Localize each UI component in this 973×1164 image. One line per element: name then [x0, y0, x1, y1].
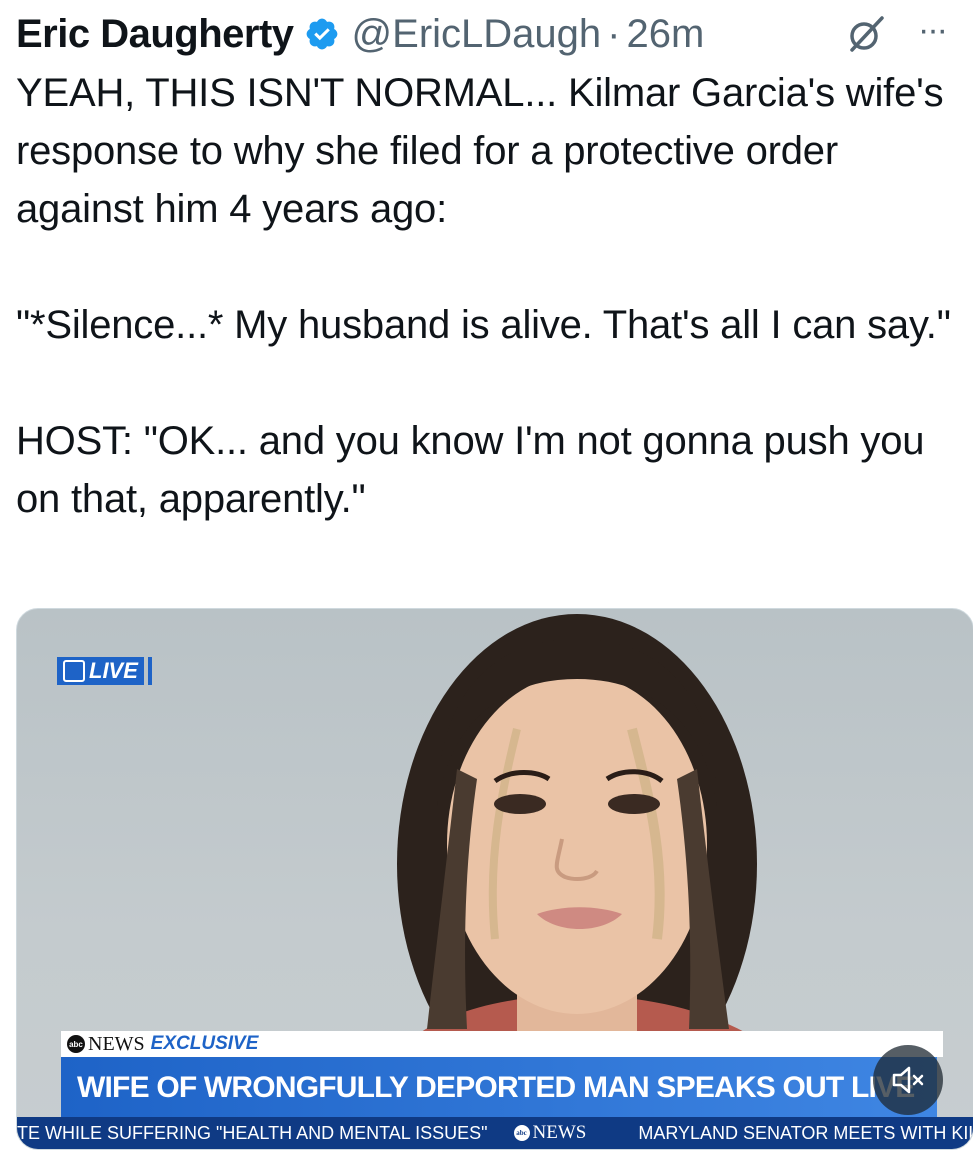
timestamp[interactable]: 26m — [626, 12, 704, 57]
video-headline: WIFE OF WRONGFULLY DEPORTED MAN SPEAKS O… — [61, 1057, 937, 1119]
author-handle[interactable]: @EricLDaugh — [352, 12, 602, 57]
ticker-abc-logo: abc — [513, 1125, 530, 1141]
exclusive-news: NEWS — [88, 1032, 145, 1055]
live-bar — [147, 657, 152, 685]
muted-speaker-icon — [892, 1066, 924, 1094]
lower-third: abc NEWS EXCLUSIVE WIFE OF WRONGFULLY DE… — [61, 1031, 943, 1119]
grok-icon[interactable] — [846, 14, 886, 54]
tweet-header: Eric Daugherty @EricLDaugh · 26m — [16, 8, 973, 60]
separator-dot: · — [607, 11, 621, 56]
news-ticker: TE WHILE SUFFERING "HEALTH AND MENTAL IS… — [17, 1117, 973, 1149]
tweet-text: YEAH, THIS ISN'T NORMAL... Kilmar Garcia… — [16, 71, 951, 521]
live-label: LIVE — [89, 658, 138, 683]
abc-logo: abc — [67, 1035, 85, 1053]
exclusive-label: EXCLUSIVE — [150, 1033, 259, 1054]
exclusive-bar: abc NEWS EXCLUSIVE — [61, 1031, 943, 1057]
ticker-news: NEWS — [532, 1122, 587, 1143]
live-tag: LIVE — [57, 657, 152, 685]
verified-badge-icon — [306, 18, 337, 50]
more-icon[interactable]: ··· — [918, 10, 968, 50]
ticker-left: TE WHILE SUFFERING "HEALTH AND MENTAL IS… — [17, 1122, 488, 1143]
ticker-news-logo: abc NEWS — [513, 1122, 613, 1144]
video-player[interactable]: LIVE abc NEWS EXCLUSIVE WIFE OF WRONGFUL… — [16, 608, 973, 1150]
mute-button[interactable] — [873, 1045, 943, 1115]
ticker-right: MARYLAND SENATOR MEETS WITH KIL — [638, 1122, 973, 1143]
author-name[interactable]: Eric Daugherty — [16, 12, 294, 57]
live-arrow-icon — [63, 660, 85, 682]
